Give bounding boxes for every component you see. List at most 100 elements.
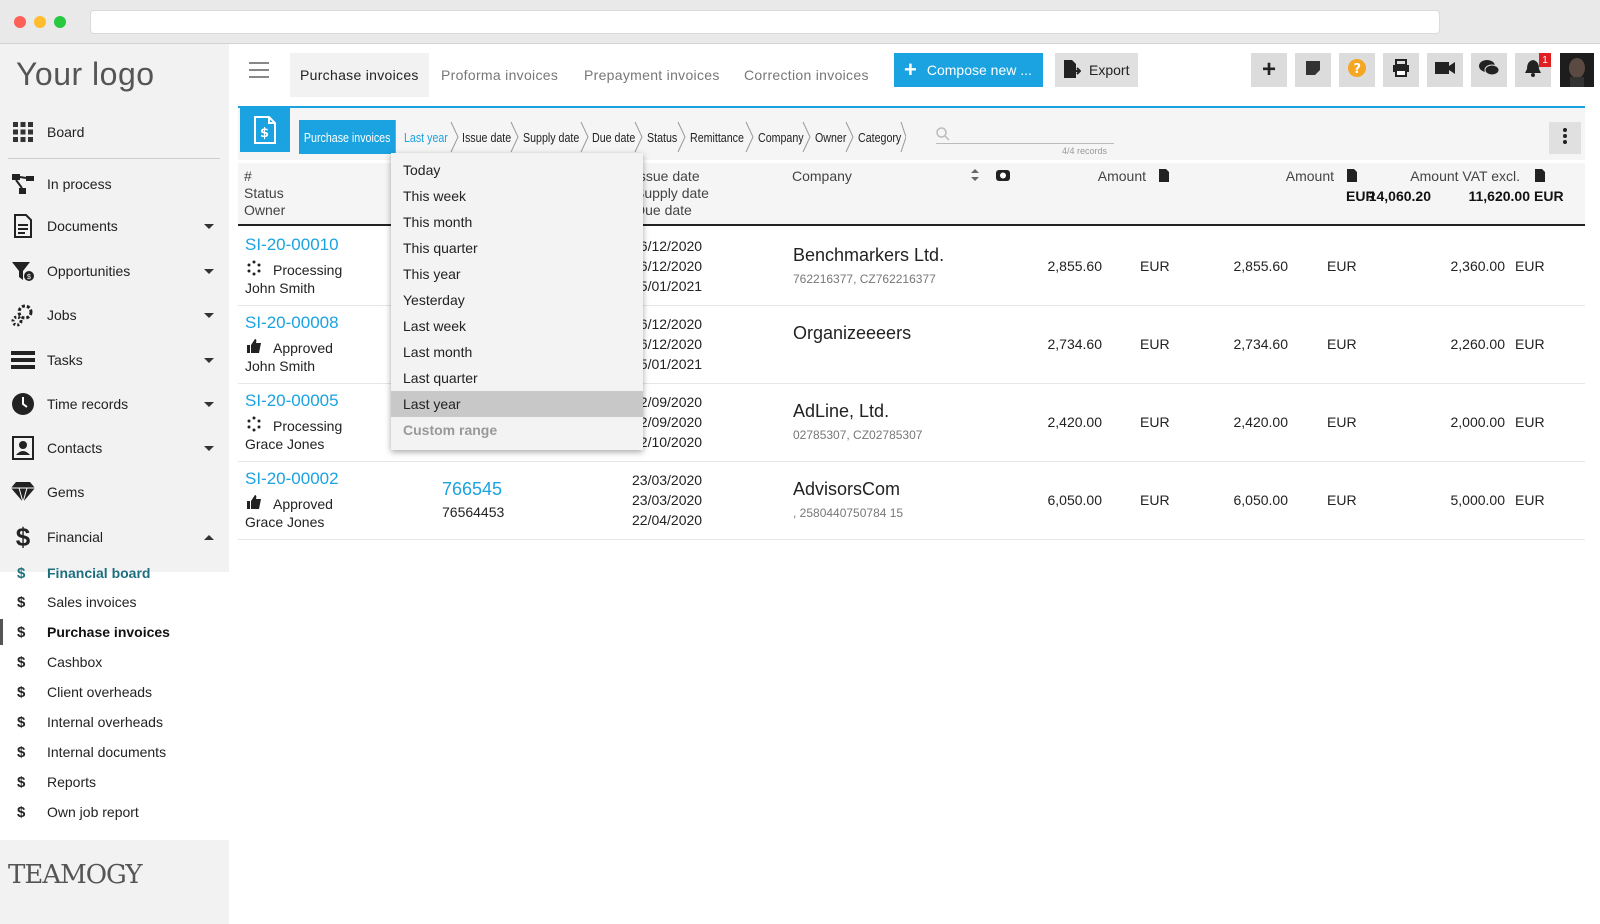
dropdown-option-yesterday[interactable]: Yesterday — [391, 287, 643, 313]
header-dates[interactable]: Issue date Supply date Due date — [635, 168, 709, 219]
dollar-icon: $ — [17, 564, 26, 582]
sidebar-subitem-label: Sales invoices — [47, 594, 137, 610]
sidebar-item-board[interactable]: Board — [0, 112, 229, 152]
sidebar-subitem-label: Reports — [47, 774, 97, 790]
sidebar-subitem-own-job-report[interactable]: $ Own job report — [0, 797, 229, 827]
invoice-number-link[interactable]: SI-20-00002 — [245, 469, 339, 489]
notes-button[interactable] — [1295, 53, 1331, 87]
dropdown-option-this-quarter[interactable]: This quarter — [391, 235, 643, 261]
sidebar-subitem-financial-board[interactable]: $ Financial board — [0, 558, 229, 588]
amount-currency: EUR — [1140, 492, 1170, 508]
print-button[interactable] — [1383, 53, 1419, 87]
sidebar-subitem-internal-overheads[interactable]: $ Internal overheads — [0, 707, 229, 737]
tasks-icon — [10, 347, 36, 373]
header-number-status-owner[interactable]: # Status Owner — [244, 168, 285, 219]
company-name[interactable]: Benchmarkers Ltd. — [793, 245, 944, 266]
export-button[interactable]: Export — [1055, 53, 1138, 87]
avatar[interactable] — [1560, 53, 1594, 87]
chevron-down-icon[interactable] — [204, 312, 214, 318]
dropdown-option-last-year[interactable]: Last year — [391, 391, 643, 417]
document-icon[interactable] — [1534, 168, 1546, 183]
close-window-icon[interactable] — [14, 16, 26, 28]
chevron-up-icon[interactable] — [204, 534, 214, 540]
invoice-number-link[interactable]: SI-20-00008 — [245, 313, 339, 333]
header-amount-vat-excl[interactable]: Amount VAT excl. — [1390, 168, 1520, 185]
header-amount[interactable]: Amount — [1060, 168, 1146, 185]
add-button[interactable]: + — [1251, 53, 1287, 87]
plus-icon: + — [904, 57, 917, 82]
amount-vat-total: 11,620.00 — [1468, 188, 1530, 204]
search-icon — [936, 127, 950, 141]
sidebar-item-documents[interactable]: Documents — [0, 206, 229, 246]
tab-purchase-invoices[interactable]: Purchase invoices — [290, 53, 429, 97]
chevron-down-icon[interactable] — [204, 268, 214, 274]
sidebar-item-label: Financial — [47, 529, 104, 545]
tab-correction-invoices[interactable]: Correction invoices — [734, 53, 879, 97]
document-icon[interactable] — [1346, 168, 1358, 183]
sidebar-subitem-label: Financial board — [47, 565, 151, 581]
sidebar-item-in-process[interactable]: In process — [0, 164, 229, 204]
amount-2: 2,734.60 — [1233, 336, 1289, 352]
sidebar-subitem-sales-invoices[interactable]: $ Sales invoices — [0, 587, 229, 617]
menu-icon[interactable] — [249, 62, 269, 78]
financial-submenu: $ Financial board $ Sales invoices $ Purcha… — [0, 565, 229, 840]
dropdown-option-custom-range[interactable]: Custom range — [391, 417, 643, 443]
minimize-window-icon[interactable] — [34, 16, 46, 28]
sidebar-subitem-purchase-invoices[interactable]: $ Purchase invoices — [0, 617, 229, 647]
company-name[interactable]: Organizeeeers — [793, 323, 911, 344]
sidebar-item-tasks[interactable]: Tasks — [0, 340, 229, 380]
dropdown-option-this-month[interactable]: This month — [391, 209, 643, 235]
header-amount-2[interactable]: Amount — [1185, 168, 1334, 185]
sidebar-subitem-cashbox[interactable]: $ Cashbox — [0, 647, 229, 677]
document-icon[interactable] — [1158, 168, 1170, 183]
tab-prepayment-invoices[interactable]: Prepayment invoices — [574, 53, 730, 97]
sidebar-subitem-internal-documents[interactable]: $ Internal documents — [0, 737, 229, 767]
dollar-icon: $ — [17, 653, 26, 671]
more-options-button[interactable] — [1549, 122, 1581, 154]
dropdown-option-this-week[interactable]: This week — [391, 183, 643, 209]
sidebar-subitem-client-overheads[interactable]: $ Client overheads — [0, 677, 229, 707]
dropdown-option-last-week[interactable]: Last week — [391, 313, 643, 339]
sidebar-item-financial[interactable]: $ Financial — [0, 517, 229, 557]
sidebar-subitem-label: Cashbox — [47, 654, 103, 670]
dollar-icon: $ — [17, 683, 26, 701]
invoice-number-link[interactable]: SI-20-00010 — [245, 235, 339, 255]
invoice-number-link[interactable]: SI-20-00005 — [245, 391, 339, 411]
search-input[interactable] — [936, 124, 1114, 144]
chat-button[interactable] — [1471, 53, 1507, 87]
company-name[interactable]: AdLine, Ltd. — [793, 401, 889, 422]
chevron-down-icon[interactable] — [204, 445, 214, 451]
tab-proforma-invoices[interactable]: Proforma invoices — [431, 53, 568, 97]
dropdown-option-last-month[interactable]: Last month — [391, 339, 643, 365]
sidebar-item-gems[interactable]: Gems — [0, 472, 229, 512]
sidebar-item-opportunities[interactable]: $ Opportunities — [0, 251, 229, 291]
sort-icon[interactable] — [970, 168, 980, 182]
document-number-link[interactable]: 766545 — [442, 479, 502, 500]
dropdown-option-today[interactable]: Today — [391, 157, 643, 183]
company-name[interactable]: AdvisorsCom — [793, 479, 900, 500]
header-company[interactable]: Company — [792, 168, 852, 185]
table-row[interactable] — [238, 462, 1585, 540]
compose-label: Compose new ... — [926, 62, 1032, 78]
help-button[interactable]: ? — [1339, 53, 1375, 87]
kebab-icon — [1563, 127, 1567, 149]
video-button[interactable] — [1427, 53, 1463, 87]
sidebar-item-time-records[interactable]: Time records — [0, 384, 229, 424]
compose-new-button[interactable]: + Compose new ... — [894, 53, 1043, 87]
document-icon — [10, 213, 36, 239]
sidebar-item-contacts[interactable]: Contacts — [0, 428, 229, 468]
dollar-icon: $ — [17, 803, 26, 821]
filter-crumb-purchase-invoices[interactable]: Purchase invoices — [299, 120, 396, 154]
currency-toggle-icon[interactable] — [995, 168, 1011, 182]
maximize-window-icon[interactable] — [54, 16, 66, 28]
dropdown-option-this-year[interactable]: This year — [391, 261, 643, 287]
sidebar-subitem-reports[interactable]: $ Reports — [0, 767, 229, 797]
sidebar-item-label: Contacts — [47, 440, 103, 456]
supply-date: 23/03/2020 — [632, 492, 703, 508]
address-bar[interactable] — [90, 10, 1440, 34]
dropdown-option-last-quarter[interactable]: Last quarter — [391, 365, 643, 391]
sidebar-item-jobs[interactable]: Jobs — [0, 295, 229, 335]
chevron-down-icon[interactable] — [204, 401, 214, 407]
chevron-down-icon[interactable] — [204, 223, 214, 229]
chevron-down-icon[interactable] — [204, 357, 214, 363]
